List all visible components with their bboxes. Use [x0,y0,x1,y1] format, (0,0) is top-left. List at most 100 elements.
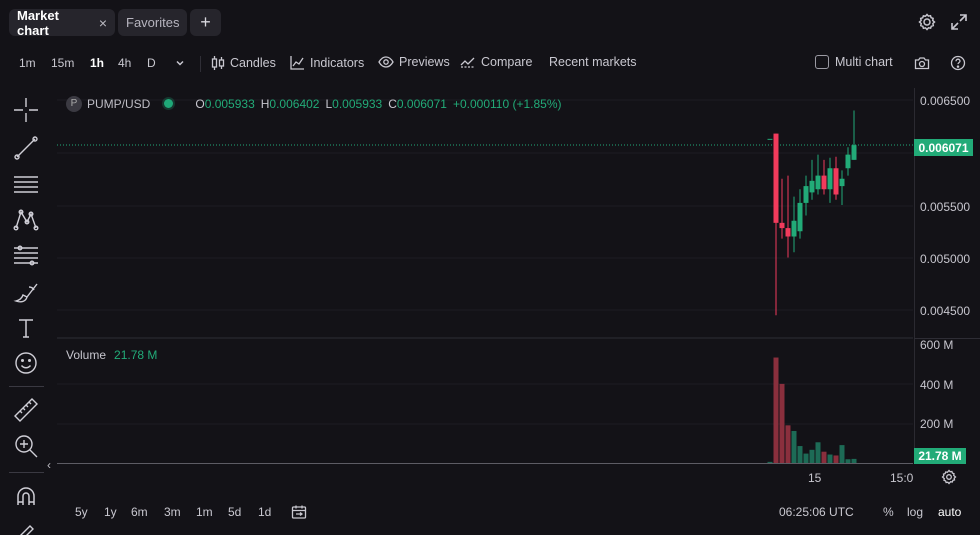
help-icon[interactable] [950,55,971,71]
volume-bars [767,357,857,463]
low-label: L [325,96,333,111]
close-value: 0.006071 [396,96,447,111]
top-bar: Market chart × Favorites + [0,0,980,45]
range-5d[interactable]: 5d [228,505,241,519]
horizontal-lines-icon[interactable] [12,170,40,198]
tools-divider [9,386,44,387]
pattern-icon[interactable] [12,206,40,234]
volume-bar [833,455,839,463]
auto-toggle[interactable]: auto [938,505,961,519]
candle-body [845,154,851,169]
high-label: H [260,96,270,111]
close-icon[interactable]: × [99,15,107,31]
pencil-icon[interactable] [12,518,40,535]
candle-body [779,222,785,229]
volume-legend: Volume 21.78 M [66,348,157,362]
utc-clock[interactable]: 06:25:06 UTC [779,505,854,519]
current-price-badge: 0.006071 [914,139,973,156]
candle-body [809,180,815,193]
volume-bar [797,446,803,463]
volume-bar [827,454,833,463]
compare-button[interactable]: Compare [460,55,532,69]
grid [57,99,913,425]
volume-bar [773,357,779,463]
zoom-in-icon[interactable] [12,432,40,460]
volume-bar [809,449,815,463]
compare-icon [460,57,475,68]
log-toggle[interactable]: log [907,505,923,519]
range-1d[interactable]: 1d [258,505,271,519]
low-value: 0.005933 [332,96,383,111]
percent-toggle[interactable]: % [883,505,894,519]
range-1y[interactable]: 1y [104,505,117,519]
candles-icon [211,56,225,70]
ohlc-legend: P PUMP/USD O 0.005933 H 0.006402 L 0.005933… [66,95,568,112]
live-status-dot [164,99,174,108]
volume-tick: 400 M [920,378,954,392]
bottom-bar: 5y 1y 6m 3m 1m 5d 1d 06:25:06 UTC % log … [57,495,980,529]
volume-bar [779,383,785,463]
drawing-tools-sidebar: ‹ [0,90,52,535]
multi-chart-checkbox[interactable] [815,55,829,69]
previews-button[interactable]: Previews [378,55,450,69]
ruler-icon[interactable] [12,396,40,424]
timeframe-15m[interactable]: 15m [51,56,74,70]
range-3m[interactable]: 3m [164,505,181,519]
candle-body [815,175,821,190]
recent-markets-button[interactable]: Recent markets [549,55,637,69]
chart-settings-icon[interactable] [941,469,957,488]
range-5y[interactable]: 5y [75,505,88,519]
high-value: 0.006402 [269,96,320,111]
candle-body [839,178,845,187]
tools-divider [9,472,44,473]
symbol-name[interactable]: PUMP/USD [87,97,150,111]
range-1m[interactable]: 1m [196,505,213,519]
camera-icon[interactable] [914,56,935,70]
candle-body [833,168,839,195]
trend-line-icon[interactable] [12,134,40,162]
collapse-sidebar-chevron-icon[interactable]: ‹ [47,458,51,472]
candle-body [785,228,791,237]
text-tool-icon[interactable] [12,314,40,342]
emoji-icon[interactable] [12,349,40,377]
candle-body [797,202,803,232]
time-axis[interactable]: 15 15:0 [57,465,980,493]
crosshair-icon[interactable] [12,96,40,124]
volume-bar [845,459,851,463]
range-6m[interactable]: 6m [131,505,148,519]
volume-value: 21.78 M [114,348,158,362]
volume-bar [821,451,827,463]
candle-body [851,145,857,160]
plus-icon: + [200,12,211,32]
indicators-button[interactable]: Indicators [290,55,364,70]
close-label: C [388,96,397,111]
timeframe-1m[interactable]: 1m [19,56,36,70]
time-tick: 15 [808,471,822,485]
eye-icon [378,56,394,68]
timeframe-dropdown-chevron-icon[interactable] [174,57,191,69]
date-range-icon[interactable] [291,504,307,523]
volume-bar [791,430,797,463]
magnet-icon[interactable] [12,483,40,511]
multi-chart-toggle[interactable]: Multi chart [815,55,893,69]
fullscreen-icon[interactable] [949,12,969,32]
add-tab-button[interactable]: + [190,9,221,36]
candles-button[interactable]: Candles [211,55,276,71]
fib-retracement-icon[interactable] [12,242,40,270]
timeframe-d[interactable]: D [147,56,156,70]
settings-gear-icon[interactable] [917,12,937,32]
candles-label: Candles [230,56,276,70]
volume-bar [767,461,773,463]
brush-icon[interactable] [12,278,40,306]
current-volume-badge: 21.78 M [914,448,966,464]
timeframe-4h[interactable]: 4h [118,56,131,70]
price-chart[interactable] [57,88,913,464]
recent-markets-label: Recent markets [549,55,637,69]
candle-body [773,133,779,223]
compare-label: Compare [481,55,533,69]
price-tick: 0.006500 [920,94,971,108]
change-value: +0.000110 (+1.85%) [452,96,562,111]
timeframe-1h[interactable]: 1h [90,56,104,70]
tab-favorites[interactable]: Favorites [118,9,187,36]
tab-market-chart[interactable]: Market chart × [9,8,115,38]
